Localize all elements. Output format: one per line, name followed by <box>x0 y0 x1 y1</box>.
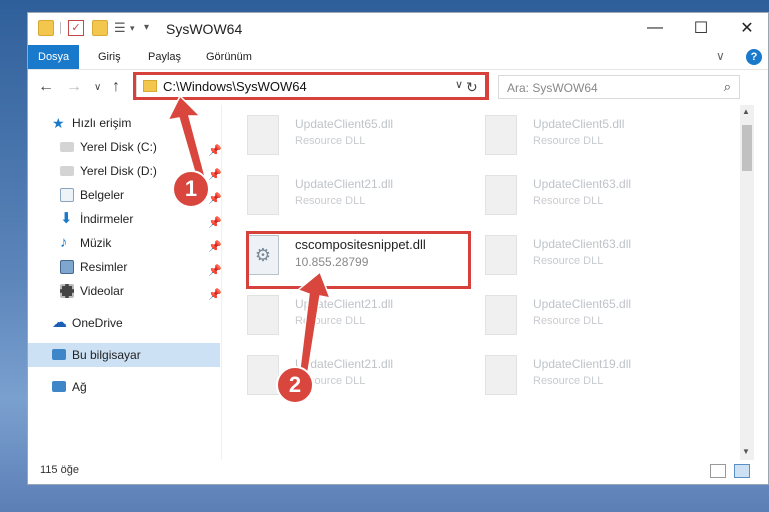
annotation-arrows <box>166 94 332 374</box>
step-1-badge: 1 <box>172 170 210 208</box>
arrow-1 <box>166 94 206 182</box>
arrow-2 <box>296 270 332 374</box>
step-2-badge: 2 <box>276 366 314 404</box>
